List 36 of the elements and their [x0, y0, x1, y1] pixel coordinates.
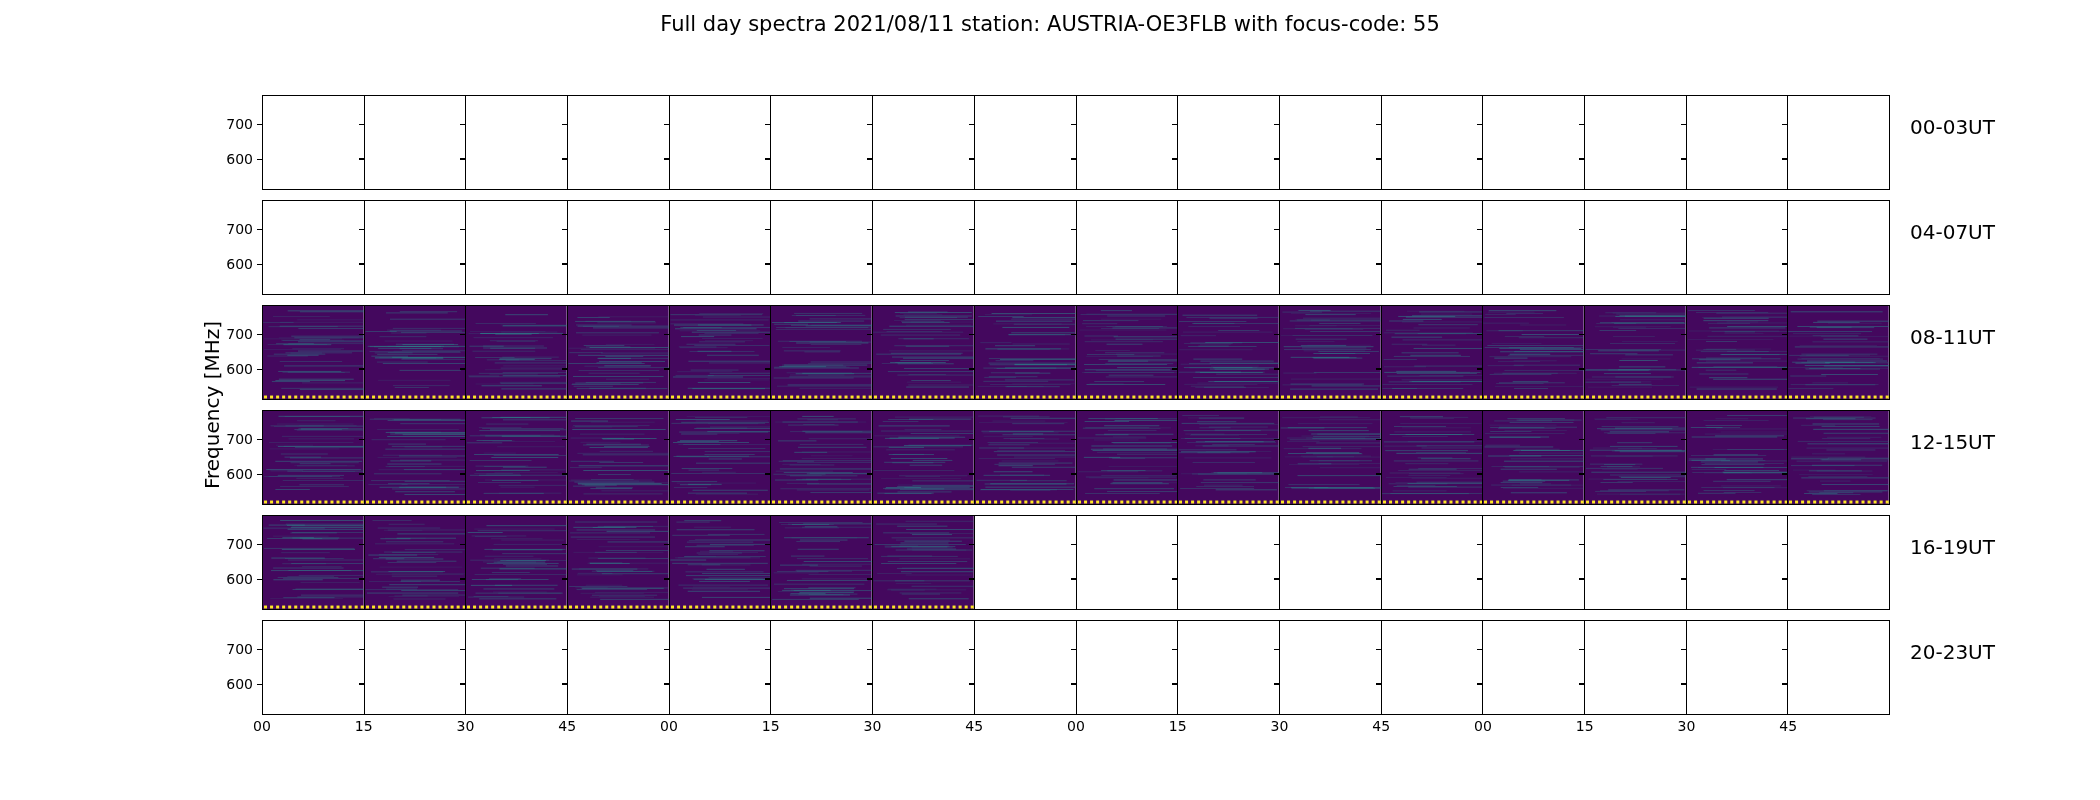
x-tick-label: 45 [965, 718, 984, 734]
row-label: 08-11UT [1909, 324, 1995, 351]
x-tick-label: 45 [558, 718, 577, 734]
y-tick-label: 700 [226, 115, 253, 132]
x-tick-label: 30 [1677, 718, 1696, 734]
y-tick-label: 600 [226, 465, 253, 482]
y-tick-label: 700 [226, 535, 253, 552]
x-tick-label: 15 [1168, 718, 1187, 734]
y-tick-label: 700 [226, 430, 253, 447]
row-label: 00-03UT [1909, 114, 1995, 141]
y-tick-label: 600 [226, 255, 253, 272]
x-tick-label: 30 [1270, 718, 1289, 734]
x-tick-label: 15 [354, 718, 373, 734]
y-tick-label: 700 [226, 640, 253, 657]
x-tick-label: 30 [456, 718, 475, 734]
y-tick-label: 600 [226, 675, 253, 692]
y-tick-label: 700 [226, 325, 253, 342]
x-tick-label: 15 [761, 718, 780, 734]
x-tick-label: 00 [1474, 718, 1492, 734]
x-tick-label: 00 [1067, 718, 1085, 734]
x-tick-label: 00 [253, 718, 271, 734]
chart-title: Full day spectra 2021/08/11 station: AUSTRIA-OE3FLB with focus-code: 55 [659, 11, 1441, 38]
x-tick-label: 30 [863, 718, 882, 734]
y-tick-label: 700 [226, 220, 253, 237]
row-label: 16-19UT [1909, 534, 1995, 561]
row-label: 20-23UT [1909, 639, 1995, 666]
y-axis-label: Frequency [MHz] [200, 320, 224, 490]
y-tick-label: 600 [226, 360, 253, 377]
x-tick-label: 45 [1779, 718, 1798, 734]
x-tick-label: 00 [660, 718, 678, 734]
x-tick-label: 45 [1372, 718, 1391, 734]
y-tick-label: 600 [226, 570, 253, 587]
row-label: 12-15UT [1909, 429, 1995, 456]
x-tick-label: 15 [1575, 718, 1594, 734]
y-tick-label: 600 [226, 150, 253, 167]
row-label: 04-07UT [1909, 219, 1995, 246]
